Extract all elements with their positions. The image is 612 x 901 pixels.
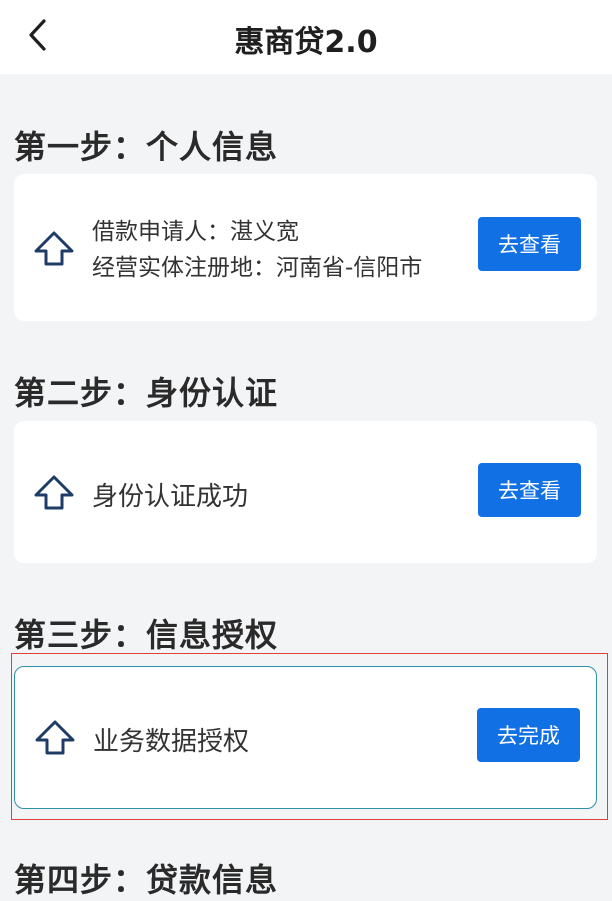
step-3-title: 第三步：信息授权 [14, 616, 279, 654]
top-nav-bar: 惠商贷2.0 [0, 0, 612, 74]
step-2-info: 身份认证成功 [92, 476, 248, 513]
upload-arrow-icon [35, 720, 75, 755]
step-3-card: 业务数据授权 去完成 [14, 666, 597, 809]
identity-status: 身份认证成功 [92, 482, 249, 512]
step-2-title: 第二步：身份认证 [14, 374, 279, 412]
step-1-info: 借款申请人：湛义宽 经营实体注册地：河南省-信阳市 [92, 214, 422, 286]
page-title: 惠商贷2.0 [234, 25, 378, 60]
step-4-title: 第四步：贷款信息 [14, 861, 279, 899]
upload-arrow-icon [34, 231, 74, 266]
applicant-name: 借款申请人：湛义宽 [92, 219, 299, 245]
registration-location: 经营实体注册地：河南省-信阳市 [92, 255, 423, 281]
upload-arrow-icon [34, 475, 74, 510]
step-3-info: 业务数据授权 [93, 721, 249, 758]
view-identity-button[interactable]: 去查看 [478, 463, 581, 517]
view-personal-info-button[interactable]: 去查看 [478, 217, 581, 271]
step-2-card: 身份认证成功 去查看 [14, 421, 597, 563]
step-1-title: 第一步：个人信息 [14, 128, 279, 166]
data-authorization-label: 业务数据授权 [93, 727, 250, 757]
complete-authorization-button[interactable]: 去完成 [477, 708, 580, 762]
step-1-card: 借款申请人：湛义宽 经营实体注册地：河南省-信阳市 去查看 [14, 174, 597, 321]
